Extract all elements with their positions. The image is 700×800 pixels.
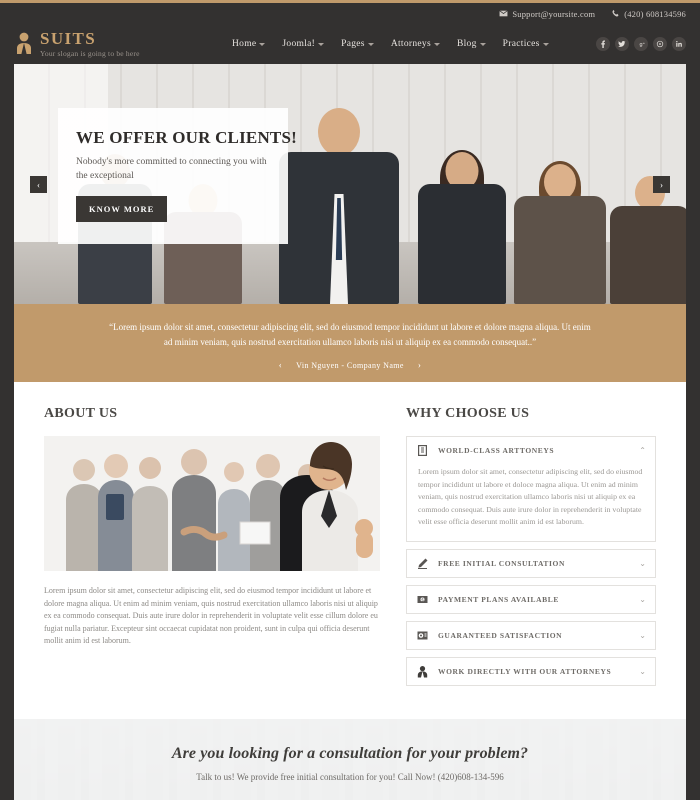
accordion-label: WORLD-CLASS ARTTONEYS: [438, 446, 555, 455]
testimonial-band: “Lorem ipsum dolor sit amet, consectetur…: [14, 304, 686, 382]
testimonial-prev-arrow[interactable]: ‹: [279, 360, 282, 370]
chevron-down-icon: [318, 43, 325, 46]
envelope-icon: [499, 9, 508, 18]
book-icon: [416, 444, 429, 457]
phone-icon: [611, 9, 620, 18]
testimonial-next-arrow[interactable]: ›: [418, 360, 421, 370]
cta-title: Are you looking for a consultation for y…: [171, 744, 529, 762]
brand-logo[interactable]: SUITS Your slogan is going to be here: [14, 30, 214, 58]
call-to-action-section: Are you looking for a consultation for y…: [14, 718, 686, 800]
why-choose-us-column: WHY CHOOSE US WORLD-CLASS ARTTONEYS ⌃ Lo…: [406, 406, 656, 693]
google-plus-icon[interactable]: g: [634, 37, 648, 51]
topbar-email-text: Support@yoursite.com: [512, 8, 596, 19]
page-root: Support@yoursite.com (420) 608134596 SUI…: [0, 0, 700, 800]
accordion-body: Lorem ipsum dolor sit amet, consectetur …: [418, 467, 643, 527]
chevron-down-icon[interactable]: ⌄: [639, 595, 646, 604]
nav-label: Home: [232, 39, 257, 49]
main-content: ABOUT US Lorem ipsum dolor sit amet, con…: [14, 382, 686, 719]
accordion-label: PAYMENT PLANS AVAILABLE: [438, 594, 559, 604]
nav-item-blog[interactable]: Blog: [457, 39, 486, 49]
main-navigation: Home Joomla! Pages Attorneys Blog Practi…: [232, 39, 549, 49]
hero-person-main: [279, 108, 399, 304]
testimonial-meta: ‹ Vin Nguyen - Company Name ›: [109, 360, 591, 370]
person-suit-icon: [14, 31, 34, 55]
twitter-icon[interactable]: [615, 37, 629, 51]
testimonial-author: Vin Nguyen - Company Name: [296, 360, 404, 370]
topbar-phone[interactable]: (420) 608134596: [611, 9, 686, 19]
accordion-header[interactable]: WORK DIRECTLY WITH OUR ATTORNEYS ⌄: [407, 658, 655, 685]
hero-slider: WE OFFER OUR CLIENTS! Nobody's more comm…: [14, 64, 686, 304]
hero-caption: WE OFFER OUR CLIENTS! Nobody's more comm…: [58, 108, 297, 244]
hero-prev-arrow[interactable]: ‹: [30, 176, 47, 193]
accordion-header[interactable]: GUARANTEED SATISFACTION ⌄: [407, 622, 655, 649]
brand-slogan: Your slogan is going to be here: [40, 49, 140, 58]
know-more-button[interactable]: KNOW MORE: [76, 196, 168, 222]
chevron-down-icon: [433, 43, 440, 46]
linkedin-icon[interactable]: [672, 37, 686, 51]
cta-subtitle: Talk to us! We provide free initial cons…: [196, 771, 504, 782]
hero-person: [610, 176, 686, 304]
chevron-down-icon[interactable]: ⌄: [639, 559, 646, 568]
accordion-header[interactable]: $ PAYMENT PLANS AVAILABLE ⌄: [407, 586, 655, 613]
accordion-label: GUARANTEED SATISFACTION: [438, 630, 563, 640]
nav-item-attorneys[interactable]: Attorneys: [391, 39, 440, 49]
about-us-paragraph: Lorem ipsum dolor sit amet, consectetur …: [44, 586, 378, 646]
chevron-down-icon: [367, 43, 374, 46]
user-tie-icon: [416, 665, 429, 678]
social-links: g: [596, 37, 686, 51]
chevron-down-icon[interactable]: ⌄: [639, 631, 646, 640]
accordion-item-free-initial-consultation[interactable]: FREE INITIAL CONSULTATION ⌄: [406, 548, 656, 578]
accordion-header[interactable]: FREE INITIAL CONSULTATION ⌄: [407, 550, 655, 577]
accordion-item-work-directly-with-our-attorneys[interactable]: WORK DIRECTLY WITH OUR ATTORNEYS ⌄: [406, 656, 656, 686]
about-photo-illustration: [44, 436, 380, 571]
about-us-column: ABOUT US Lorem ipsum dolor sit amet, con…: [44, 406, 380, 693]
nav-label: Blog: [456, 39, 477, 49]
chevron-down-icon: [542, 43, 549, 46]
why-choose-us-title: WHY CHOOSE US: [406, 406, 530, 421]
accordion-label: FREE INITIAL CONSULTATION: [438, 558, 565, 568]
brand-name: SUITS: [40, 29, 97, 48]
about-us-title: ABOUT US: [44, 406, 118, 421]
chevron-up-icon[interactable]: ⌃: [639, 446, 646, 455]
nav-label: Practices: [502, 39, 540, 49]
money-icon: $: [416, 593, 429, 606]
pinterest-icon[interactable]: [653, 37, 667, 51]
hero-subtitle: Nobody's more committed to connecting yo…: [76, 157, 267, 181]
nav-item-joomla[interactable]: Joomla!: [282, 39, 325, 49]
hero-title: WE OFFER OUR CLIENTS!: [76, 128, 297, 147]
nav-label: Pages: [341, 39, 365, 49]
about-us-image: [44, 436, 380, 571]
hero-person: [418, 150, 506, 304]
pen-icon: [416, 557, 429, 570]
site-header: SUITS Your slogan is going to be here Ho…: [0, 24, 700, 64]
facebook-icon[interactable]: [596, 37, 610, 51]
nav-label: Attorneys: [390, 39, 431, 49]
chevron-down-icon[interactable]: ⌄: [639, 667, 646, 676]
testimonial-quote: “Lorem ipsum dolor sit amet, consectetur…: [109, 322, 591, 347]
top-contact-bar: Support@yoursite.com (420) 608134596: [0, 0, 700, 24]
accordion-item-guaranteed-satisfaction[interactable]: GUARANTEED SATISFACTION ⌄: [406, 620, 656, 650]
content-frame: WE OFFER OUR CLIENTS! Nobody's more comm…: [14, 64, 686, 800]
accordion-label: WORK DIRECTLY WITH OUR ATTORNEYS: [438, 666, 612, 676]
nav-item-practices[interactable]: Practices: [503, 39, 549, 49]
accordion-header[interactable]: WORLD-CLASS ARTTONEYS ⌃: [407, 437, 655, 464]
accordion-item-world-class-attorneys[interactable]: WORLD-CLASS ARTTONEYS ⌃ Lorem ipsum dolo…: [406, 436, 656, 542]
nav-label: Joomla!: [282, 39, 316, 49]
topbar-phone-text: (420) 608134596: [624, 8, 686, 19]
hero-next-arrow[interactable]: ›: [653, 176, 670, 193]
chevron-down-icon: [479, 43, 486, 46]
nav-item-pages[interactable]: Pages: [341, 39, 374, 49]
accordion-item-payment-plans-available[interactable]: $ PAYMENT PLANS AVAILABLE ⌄: [406, 584, 656, 614]
hero-person: [514, 161, 606, 304]
award-icon: [416, 629, 429, 642]
chevron-down-icon: [259, 43, 266, 46]
nav-item-home[interactable]: Home: [232, 39, 266, 49]
topbar-email[interactable]: Support@yoursite.com: [499, 9, 595, 19]
svg-text:g: g: [639, 42, 642, 48]
